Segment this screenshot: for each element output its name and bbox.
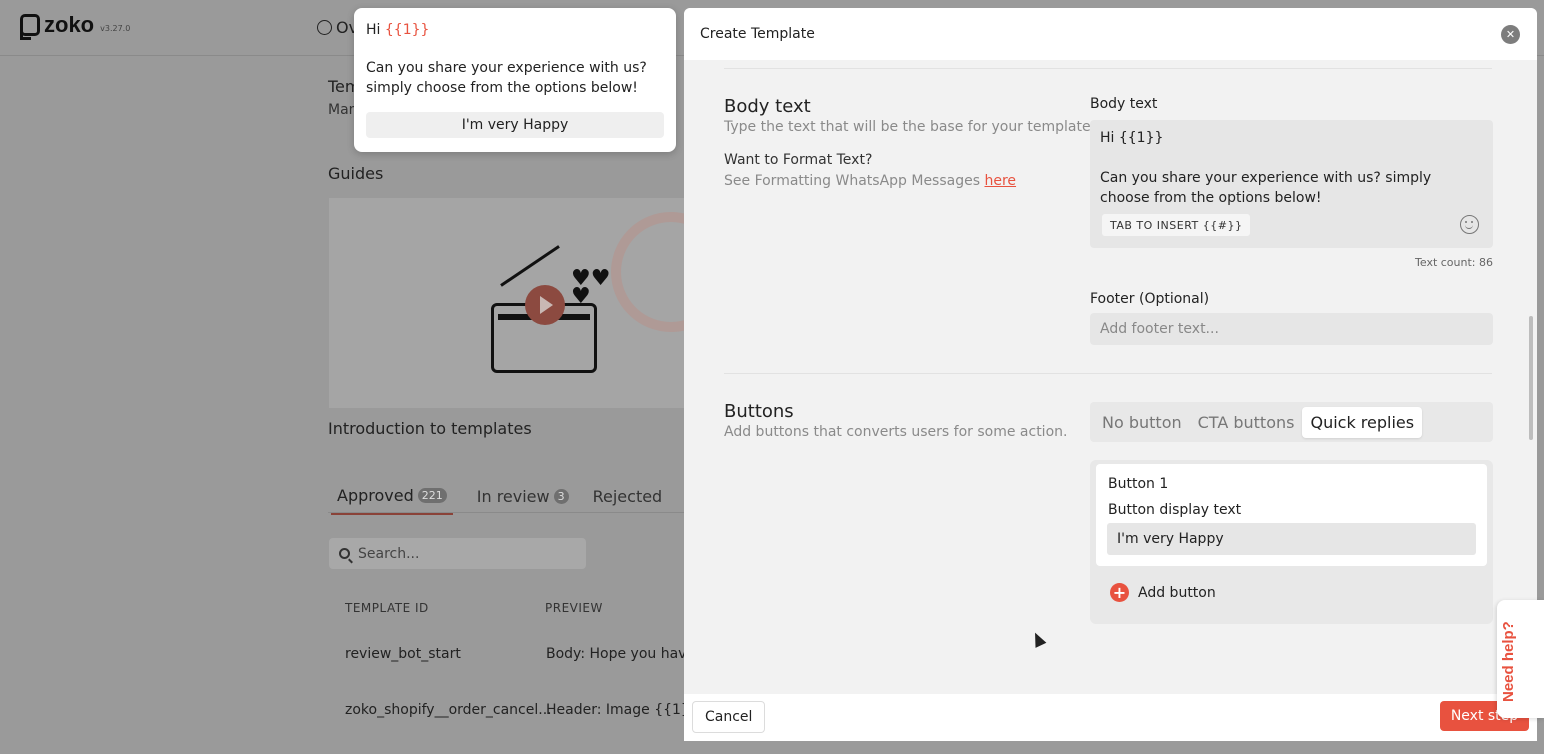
greeting-text: Hi (366, 22, 385, 38)
tab-approved[interactable]: Approved 221 (331, 486, 453, 515)
button-type-tabs: No button CTA buttons Quick replies (1090, 402, 1493, 442)
need-help-label: Need help? (1500, 621, 1517, 702)
table-cell-preview: Body: Hope you have (546, 646, 696, 662)
search-box[interactable]: Search... (329, 538, 586, 569)
body-section-description: Type the text that will be the base for … (724, 119, 1096, 135)
video-caption: Introduction to templates (328, 419, 532, 438)
modal-header: Create Template ✕ (684, 8, 1537, 60)
guide-video[interactable]: ♥♥ ♥ (329, 198, 689, 408)
format-help: See Formatting WhatsApp Messages here (724, 173, 1016, 189)
tab-insert-button[interactable]: TAB TO INSERT {{#}} (1102, 214, 1251, 236)
modal-title: Create Template (700, 26, 815, 42)
footer-input[interactable] (1090, 313, 1493, 345)
preview-greeting: Hi {{1}} (366, 22, 664, 38)
buttons-section-title: Buttons (724, 401, 794, 422)
tab-label: Approved (337, 486, 414, 505)
modal-footer: Cancel Next step (684, 694, 1537, 741)
footer-label: Footer (Optional) (1090, 291, 1210, 307)
antenna-illustration (500, 245, 560, 287)
tab-quick-replies[interactable]: Quick replies (1302, 406, 1423, 438)
button-display-label: Button display text (1108, 502, 1242, 518)
logo-icon (20, 14, 40, 40)
tab-label: Rejected (592, 487, 663, 506)
scrollbar-thumb[interactable] (1529, 316, 1533, 440)
buttons-section-description: Add buttons that converts users for some… (724, 424, 1068, 440)
scrollbar[interactable] (1529, 60, 1535, 694)
need-help-button[interactable]: Need help? (1497, 600, 1544, 718)
decorative-circle (611, 212, 689, 332)
search-icon (339, 548, 350, 559)
preview-quick-reply: I'm very Happy (366, 112, 664, 138)
button-card-title: Button 1 (1108, 476, 1169, 492)
body-text-label: Body text (1090, 96, 1158, 112)
circle-icon (317, 20, 332, 35)
column-header-preview: PREVIEW (545, 601, 603, 615)
count-badge: 3 (553, 489, 569, 504)
body-line-1: Hi {{1}} (1100, 130, 1164, 146)
modal-body: Body text Type the text that will be the… (684, 60, 1537, 694)
column-header-template-id: TEMPLATE ID (345, 601, 429, 615)
tab-no-button[interactable]: No button (1094, 407, 1190, 438)
quick-replies-panel: Button 1 Button display text + Add butto… (1090, 460, 1493, 624)
add-button-label: Add button (1138, 584, 1216, 601)
tab-in-review[interactable]: In review 3 (477, 486, 569, 515)
hearts-icon: ♥♥ ♥ (571, 266, 611, 309)
count-badge: 221 (417, 488, 447, 503)
tab-cta-buttons[interactable]: CTA buttons (1190, 407, 1303, 438)
divider (724, 68, 1492, 69)
logo-text: zoko (44, 12, 95, 37)
app-version: v3.27.0 (100, 24, 131, 33)
tab-rejected[interactable]: Rejected (593, 486, 663, 515)
body-line-2: Can you share your experience with us? s… (1100, 170, 1432, 206)
format-question: Want to Format Text? (724, 152, 873, 168)
guides-title: Guides (328, 164, 384, 183)
tab-label: In review (476, 487, 550, 506)
variable-token: {{1}} (384, 22, 430, 38)
create-template-modal: Create Template ✕ Body text Type the tex… (684, 8, 1537, 741)
format-link[interactable]: here (984, 173, 1016, 189)
table-cell-id[interactable]: zoko_shopify__order_cancel... (345, 702, 552, 718)
button-display-input[interactable] (1107, 523, 1476, 555)
emoji-icon[interactable] (1460, 215, 1479, 234)
plus-icon: + (1110, 583, 1129, 602)
divider (724, 373, 1492, 374)
search-placeholder: Search... (358, 545, 420, 562)
text-count: Text count: 86 (1415, 256, 1493, 269)
close-icon[interactable]: ✕ (1501, 25, 1520, 44)
table-cell-id[interactable]: review_bot_start (345, 646, 461, 662)
cancel-button[interactable]: Cancel (692, 701, 766, 733)
body-section-title: Body text (724, 96, 811, 117)
nav-item-overview[interactable]: Ov (317, 18, 358, 37)
message-preview: Hi {{1}} Can you share your experience w… (354, 8, 676, 152)
button-card: Button 1 Button display text (1096, 464, 1487, 566)
format-help-text: See Formatting WhatsApp Messages (724, 173, 985, 189)
preview-message: Can you share your experience with us? s… (366, 60, 647, 96)
tabs-divider (328, 512, 688, 513)
app-logo[interactable]: zoko v3.27.0 (20, 12, 131, 40)
play-icon[interactable] (525, 285, 565, 325)
status-tabs: Approved 221 In review 3 Rejected (331, 486, 663, 515)
add-button[interactable]: + Add button (1110, 583, 1216, 602)
